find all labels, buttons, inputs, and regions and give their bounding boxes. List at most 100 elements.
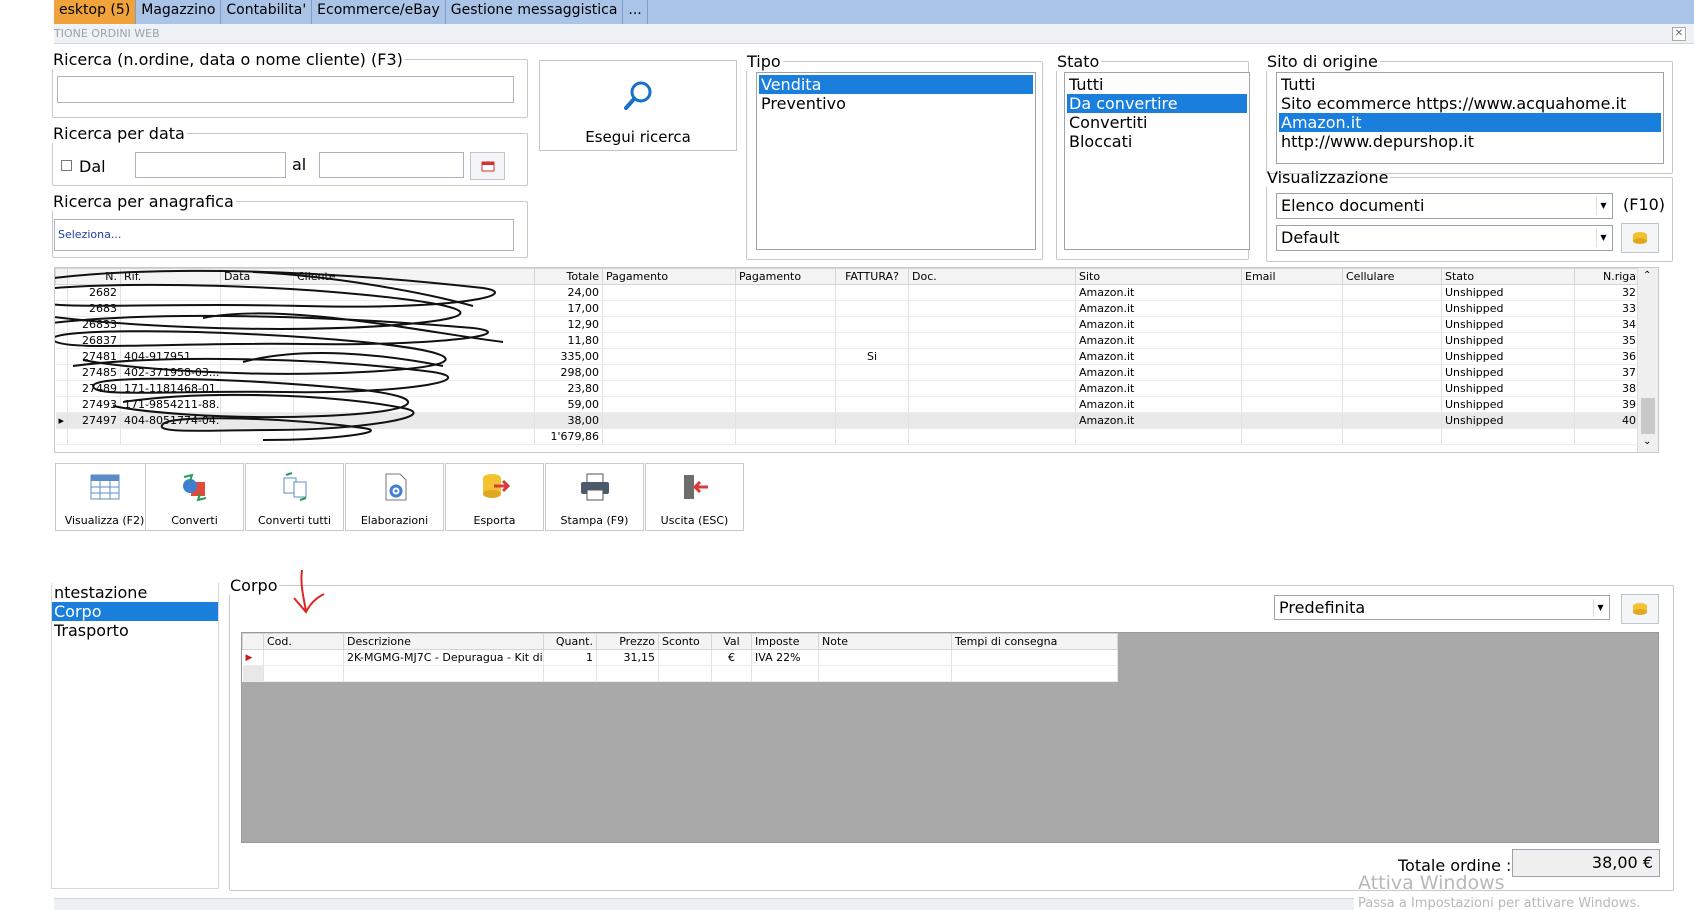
tipo-list[interactable]: Vendita Preventivo	[756, 72, 1036, 250]
table-cell[interactable]: 35	[1574, 332, 1640, 349]
table-cell[interactable]	[602, 348, 736, 365]
layout-select[interactable]: Default ▼	[1276, 225, 1613, 251]
column-header[interactable]: Cellulare	[1342, 268, 1442, 285]
table-cell[interactable]: Unshipped	[1441, 348, 1575, 365]
column-header[interactable]: Quant.	[543, 633, 597, 650]
module-tab[interactable]: Contabilita'	[221, 0, 313, 24]
column-header[interactable]: Imposte	[751, 633, 819, 650]
table-cell[interactable]	[1342, 412, 1442, 429]
val-cell[interactable]: €	[711, 649, 752, 666]
table-cell[interactable]	[735, 332, 836, 349]
uscita-button[interactable]: Uscita (ESC)	[645, 463, 744, 531]
table-cell[interactable]	[835, 396, 909, 413]
stampa-button[interactable]: Stampa (F9)	[545, 463, 644, 531]
table-cell[interactable]: Amazon.it	[1075, 380, 1242, 397]
table-cell[interactable]	[735, 316, 836, 333]
column-header[interactable]: Cod.	[263, 633, 344, 650]
chevron-up-icon[interactable]: ⌃	[1643, 270, 1651, 281]
table-cell[interactable]	[1241, 348, 1343, 365]
table-cell[interactable]: Unshipped	[1441, 300, 1575, 317]
table-cell[interactable]	[1241, 316, 1343, 333]
table-cell[interactable]: Si	[835, 348, 909, 365]
table-cell[interactable]	[1342, 316, 1442, 333]
table-row[interactable]: ▶ 2K-MGMG-MJ7C - Depuragua - Kit di 4...…	[242, 649, 1118, 666]
column-header[interactable]: Pagamento	[602, 268, 736, 285]
table-cell[interactable]	[908, 380, 1076, 397]
column-header[interactable]: Stato	[1441, 268, 1575, 285]
corpo-grid[interactable]: Cod. Descrizione Quant. Prezzo Sconto Val Impo…	[241, 632, 1659, 843]
table-cell[interactable]: 298,00	[534, 364, 603, 381]
table-cell[interactable]	[602, 284, 736, 301]
column-header[interactable]: Prezzo	[596, 633, 659, 650]
column-header[interactable]: Tempi di consegna	[951, 633, 1118, 650]
table-cell[interactable]: 37	[1574, 364, 1640, 381]
layout-settings-button[interactable]	[1621, 223, 1659, 253]
table-cell[interactable]: Amazon.it	[1075, 412, 1242, 429]
table-cell[interactable]	[908, 348, 1076, 365]
table-cell[interactable]	[735, 284, 836, 301]
table-cell[interactable]	[835, 364, 909, 381]
tipo-option[interactable]: Vendita	[759, 75, 1033, 94]
table-cell[interactable]: Amazon.it	[1075, 348, 1242, 365]
table-cell[interactable]	[1241, 396, 1343, 413]
table-row-new[interactable]	[242, 665, 1118, 682]
table-cell[interactable]: Amazon.it	[1075, 332, 1242, 349]
table-cell[interactable]	[908, 332, 1076, 349]
table-cell[interactable]	[908, 316, 1076, 333]
search-input[interactable]	[57, 76, 514, 103]
table-cell[interactable]	[1342, 332, 1442, 349]
column-header[interactable]: Note	[818, 633, 952, 650]
view-select[interactable]: Elenco documenti ▼	[1276, 193, 1613, 219]
table-cell[interactable]: 33	[1574, 300, 1640, 317]
vertical-scrollbar[interactable]: ⌃ ⌄	[1637, 268, 1658, 452]
column-header[interactable]: Doc.	[908, 268, 1076, 285]
section-item[interactable]: Corpo	[52, 602, 218, 621]
table-cell[interactable]: Unshipped	[1441, 396, 1575, 413]
column-header[interactable]: N.riga	[1574, 268, 1640, 285]
registry-select[interactable]: Seleziona...	[54, 219, 514, 251]
table-cell[interactable]	[602, 364, 736, 381]
sections-list[interactable]: ntestazione Corpo Trasporto	[51, 583, 219, 889]
table-cell[interactable]	[602, 380, 736, 397]
column-header[interactable]: Totale	[534, 268, 603, 285]
table-cell[interactable]	[735, 300, 836, 317]
visualizza-button[interactable]: Visualizza (F2)	[55, 463, 154, 531]
table-cell[interactable]	[908, 396, 1076, 413]
table-cell[interactable]	[835, 316, 909, 333]
imposte-cell[interactable]: IVA 22%	[751, 649, 819, 666]
chevron-down-icon[interactable]: ⌄	[1643, 436, 1651, 447]
note-cell[interactable]	[818, 649, 952, 666]
stato-option[interactable]: Tutti	[1067, 75, 1247, 94]
table-cell[interactable]: 24,00	[534, 284, 603, 301]
stato-option[interactable]: Bloccati	[1067, 132, 1247, 151]
module-tab[interactable]: Gestione messaggistica	[446, 0, 624, 24]
table-cell[interactable]: Unshipped	[1441, 380, 1575, 397]
table-cell[interactable]	[602, 316, 736, 333]
table-cell[interactable]	[735, 348, 836, 365]
run-search-button[interactable]: Esegui ricerca	[539, 60, 737, 151]
table-cell[interactable]	[835, 412, 909, 429]
table-cell[interactable]	[602, 412, 736, 429]
table-cell[interactable]	[908, 364, 1076, 381]
table-cell[interactable]	[1342, 300, 1442, 317]
module-tab[interactable]: esktop (5)	[54, 0, 137, 24]
column-header[interactable]: Pagamento	[735, 268, 836, 285]
table-cell[interactable]: 38	[1574, 380, 1640, 397]
table-cell[interactable]	[835, 300, 909, 317]
section-item[interactable]: ntestazione	[52, 583, 218, 602]
calendar-button[interactable]	[470, 152, 505, 180]
sconto-cell[interactable]	[658, 649, 712, 666]
converti-tutti-button[interactable]: Converti tutti	[245, 463, 344, 531]
table-cell[interactable]: 34	[1574, 316, 1640, 333]
table-cell[interactable]: 40	[1574, 412, 1640, 429]
table-cell[interactable]: Amazon.it	[1075, 316, 1242, 333]
table-cell[interactable]	[1241, 332, 1343, 349]
table-cell[interactable]	[735, 380, 836, 397]
orders-grid[interactable]: N. Rif. Data Cliente Totale Pagamento Pagament…	[54, 267, 1659, 453]
stato-option[interactable]: Convertiti	[1067, 113, 1247, 132]
table-cell[interactable]	[835, 380, 909, 397]
descrizione-cell[interactable]: 2K-MGMG-MJ7C - Depuragua - Kit di 4...	[343, 649, 544, 666]
table-cell[interactable]	[602, 332, 736, 349]
stato-list[interactable]: Tutti Da convertire Convertiti Bloccati	[1064, 72, 1250, 250]
column-header[interactable]: Descrizione	[343, 633, 544, 650]
